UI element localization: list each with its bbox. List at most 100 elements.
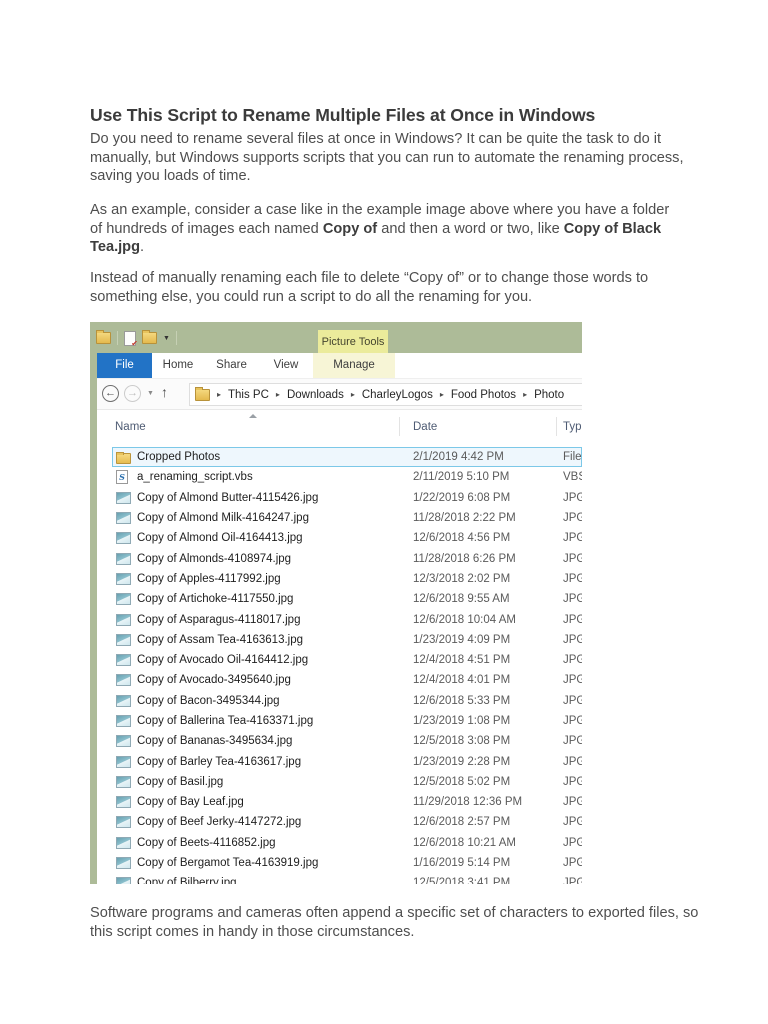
file-type: JPG File: [563, 775, 582, 788]
file-row[interactable]: Cropped Photos 2/1/2019 4:42 PM File fol…: [112, 447, 582, 468]
file-type: JPG File: [563, 877, 582, 884]
file-date: 12/5/2018 3:08 PM: [413, 735, 511, 748]
up-button[interactable]: ↑: [161, 384, 168, 400]
file-row[interactable]: Copy of Beef Jerky-4147272.jpg 12/6/2018…: [97, 812, 582, 832]
column-divider[interactable]: [399, 417, 400, 436]
breadcrumb-item[interactable]: CharleyLogos: [362, 389, 433, 401]
column-header-date[interactable]: Date: [413, 421, 437, 433]
picture-tools-tab-group: Picture Tools: [318, 330, 388, 353]
tab-home[interactable]: Home: [152, 353, 204, 378]
file-row[interactable]: Copy of Artichoke-4117550.jpg 12/6/2018 …: [97, 589, 582, 609]
file-row[interactable]: Copy of Almond Milk-4164247.jpg 11/28/20…: [97, 508, 582, 528]
breadcrumb-item[interactable]: Food Photos: [451, 389, 516, 401]
article-paragraph: Instead of manually renaming each file t…: [90, 269, 649, 305]
image-icon: [116, 856, 132, 870]
file-row[interactable]: Copy of Barley Tea-4163617.jpg 1/23/2019…: [97, 751, 582, 771]
file-name: Copy of Bananas-3495634.jpg: [137, 735, 293, 748]
file-row[interactable]: Copy of Assam Tea-4163613.jpg 1/23/2019 …: [97, 630, 582, 650]
file-date: 1/23/2019 1:08 PM: [413, 715, 511, 727]
image-icon: [116, 613, 132, 627]
file-row[interactable]: a_renaming_script.vbs 2/11/2019 5:10 PM …: [97, 467, 582, 487]
breadcrumb-item[interactable]: Photo: [534, 389, 564, 401]
image-icon: [116, 755, 132, 769]
file-row[interactable]: Copy of Avocado-3495640.jpg 12/4/2018 4:…: [97, 670, 582, 690]
sort-ascending-icon: [249, 414, 257, 418]
tab-share[interactable]: Share: [204, 353, 259, 378]
file-date: 1/23/2019 4:09 PM: [413, 633, 511, 646]
file-name: Copy of Bergamot Tea-4163919.jpg: [137, 857, 319, 870]
column-header-name[interactable]: Name: [115, 421, 146, 433]
file-type: JPG File: [563, 674, 582, 687]
breadcrumb: ▸ This PC ▸ Downloads ▸ CharleyLogos ▸ Food Pho…: [210, 389, 564, 401]
file-row[interactable]: Copy of Basil.jpg 12/5/2018 5:02 PM JPG …: [97, 772, 582, 792]
file-date: 12/4/2018 4:01 PM: [413, 674, 511, 687]
file-row[interactable]: Copy of Almonds-4108974.jpg 11/28/2018 6…: [97, 548, 582, 568]
column-header-type[interactable]: Type: [563, 421, 582, 433]
file-row[interactable]: Copy of Asparagus-4118017.jpg 12/6/2018 …: [97, 609, 582, 629]
file-row[interactable]: Copy of Apples-4117992.jpg 12/3/2018 2:0…: [97, 569, 582, 589]
tab-view[interactable]: View: [259, 353, 313, 378]
column-divider[interactable]: [556, 417, 557, 436]
file-type: JPG File: [563, 532, 582, 545]
address-bar[interactable]: ▸ This PC ▸ Downloads ▸ CharleyLogos ▸ Food Pho…: [189, 383, 582, 406]
image-icon: [116, 876, 132, 884]
breadcrumb-item[interactable]: This PC: [228, 389, 269, 401]
article-paragraph: Do you need to rename several files at o…: [90, 130, 684, 185]
ribbon-tabs: File Home Share View Manage: [97, 353, 582, 378]
file-type: VBScript Script File: [563, 471, 582, 484]
file-name: Copy of Basil.jpg: [137, 775, 224, 788]
image-icon: [116, 511, 132, 525]
image-icon: [116, 673, 132, 687]
file-date: 12/3/2018 2:02 PM: [413, 572, 511, 585]
paragraph-text: and then a word or two, like: [377, 220, 564, 237]
file-date: 2/11/2019 5:10 PM: [413, 471, 510, 484]
file-row[interactable]: Copy of Bilberry.jpg 12/5/2018 3:41 PM J…: [97, 873, 582, 884]
file-type: JPG File: [563, 552, 582, 565]
file-row[interactable]: Copy of Almond Oil-4164413.jpg 12/6/2018…: [97, 528, 582, 548]
file-type: JPG File: [563, 572, 582, 585]
file-date: 12/6/2018 9:55 AM: [413, 593, 510, 606]
properties-icon[interactable]: [124, 330, 138, 348]
new-folder-icon[interactable]: [142, 330, 157, 344]
paragraph-text: .: [140, 239, 145, 256]
bold-text: Copy of: [322, 220, 378, 237]
file-date: 12/4/2018 4:51 PM: [413, 654, 511, 667]
file-row[interactable]: Copy of Beets-4116852.jpg 12/6/2018 10:2…: [97, 833, 582, 853]
tab-file[interactable]: File: [97, 353, 152, 378]
file-name: Copy of Beef Jerky-4147272.jpg: [137, 816, 302, 829]
file-type: JPG File: [563, 593, 582, 606]
breadcrumb-separator-icon: ▸: [217, 390, 222, 399]
file-date: 1/16/2019 5:14 PM: [413, 857, 511, 870]
file-row[interactable]: Copy of Almond Butter-4115426.jpg 1/22/2…: [97, 488, 582, 508]
file-row[interactable]: Copy of Bacon-3495344.jpg 12/6/2018 5:33…: [97, 691, 582, 711]
article-paragraph: Software programs and cameras often appe…: [90, 904, 699, 940]
file-row[interactable]: Copy of Bay Leaf.jpg 11/29/2018 12:36 PM…: [97, 792, 582, 812]
tab-manage[interactable]: Manage: [313, 353, 395, 378]
forward-button[interactable]: →: [124, 385, 141, 402]
file-type: JPG File: [563, 491, 582, 504]
image-icon: [116, 653, 132, 667]
image-icon: [116, 572, 132, 586]
image-icon: [116, 734, 132, 748]
recent-locations-chevron-icon[interactable]: ▼: [147, 390, 154, 397]
file-date: 11/28/2018 2:22 PM: [413, 512, 516, 525]
breadcrumb-separator-icon: ▸: [350, 390, 355, 399]
file-name: Copy of Ballerina Tea-4163371.jpg: [137, 715, 314, 727]
file-name: Copy of Bilberry.jpg: [137, 877, 237, 884]
file-name: Copy of Avocado Oil-4164412.jpg: [137, 654, 309, 667]
file-date: 1/22/2019 6:08 PM: [413, 491, 511, 504]
file-type: JPG File: [563, 694, 582, 707]
file-row[interactable]: Copy of Bananas-3495634.jpg 12/5/2018 3:…: [97, 731, 582, 751]
file-row[interactable]: Copy of Avocado Oil-4164412.jpg 12/4/201…: [97, 650, 582, 670]
file-row[interactable]: Copy of Ballerina Tea-4163371.jpg 1/23/2…: [97, 711, 582, 731]
file-name: Copy of Artichoke-4117550.jpg: [137, 593, 294, 606]
breadcrumb-item[interactable]: Downloads: [287, 389, 344, 401]
back-button[interactable]: ←: [102, 385, 119, 402]
column-header-row: Name Date Type: [97, 412, 582, 442]
file-row[interactable]: Copy of Bergamot Tea-4163919.jpg 1/16/20…: [97, 853, 582, 873]
file-date: 12/6/2018 4:56 PM: [413, 532, 511, 545]
image-icon: [116, 491, 132, 505]
page-title: Use This Script to Rename Multiple Files…: [90, 104, 596, 125]
chevron-down-icon[interactable]: ▼: [163, 335, 170, 342]
file-name: Cropped Photos: [137, 451, 221, 464]
